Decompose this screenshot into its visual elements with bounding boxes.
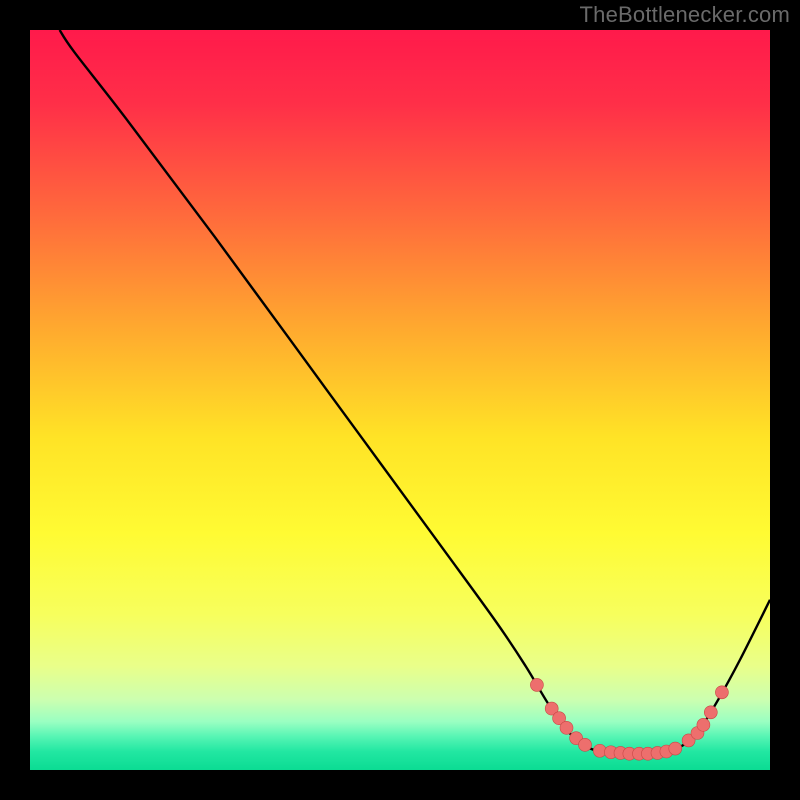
data-marker (669, 742, 682, 755)
data-marker (697, 718, 710, 731)
data-marker (579, 738, 592, 751)
data-marker (530, 678, 543, 691)
data-marker (560, 721, 573, 734)
plot-svg (30, 30, 770, 770)
data-marker (715, 686, 728, 699)
attribution-label: TheBottlenecker.com (580, 2, 790, 28)
plot-area (30, 30, 770, 770)
data-marker (704, 706, 717, 719)
gradient-background (30, 30, 770, 770)
chart-frame: TheBottlenecker.com (0, 0, 800, 800)
